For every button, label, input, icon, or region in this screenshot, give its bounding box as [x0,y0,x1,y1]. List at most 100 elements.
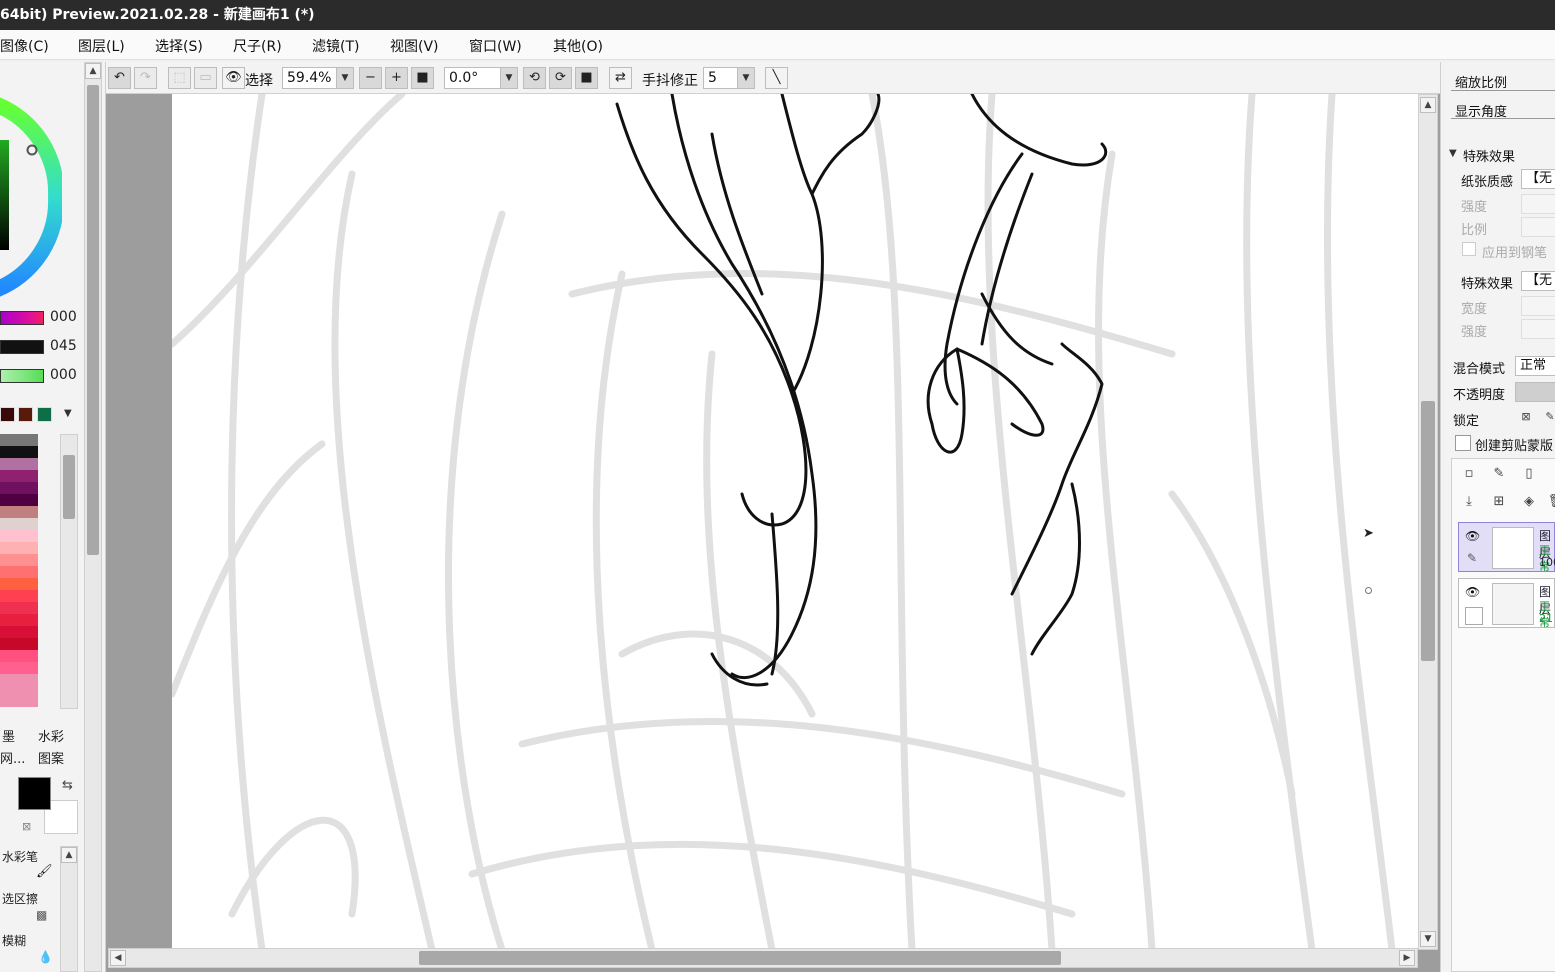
canvas-scroll-right[interactable]: ▶ [1399,950,1415,966]
rotate-reset-button[interactable]: ■ [575,67,598,89]
layer-thumbnail [1492,583,1534,625]
tool-selection-eraser[interactable]: 选区擦 [2,890,38,907]
effect-width-field[interactable] [1521,296,1555,316]
menu-window[interactable]: 窗口(W) [469,36,522,56]
zoom-in-button[interactable]: + [385,67,408,89]
menu-view[interactable]: 视图(V) [390,36,439,56]
layer-lock-box[interactable] [1465,607,1483,625]
zoom-dropdown[interactable]: ▼ [336,67,354,89]
clear-layer-icon[interactable]: ◈ [1520,493,1538,511]
transparent-color-icon[interactable]: ⊠ [22,820,31,833]
chevron-down-icon[interactable]: ▼ [64,408,72,419]
eye-icon[interactable]: 👁 [1465,529,1480,543]
layer-item[interactable]: 👁 ✎ 图层 正常 100 [1458,522,1555,573]
duplicate-layer-icon[interactable]: ⊞ [1490,493,1508,511]
clipping-mask-checkbox[interactable] [1455,435,1471,451]
drawing-canvas[interactable] [172,94,1420,950]
display-angle-slider[interactable] [1451,118,1555,119]
hue-picker-handle[interactable] [26,144,38,156]
foreground-color[interactable] [18,777,51,810]
redo-button[interactable]: ↷ [134,67,157,89]
rotation-field[interactable]: 0.0° [444,67,504,89]
color-wheel[interactable] [0,82,62,302]
menu-other[interactable]: 其他(O) [553,36,603,56]
lock-label: 锁定 [1453,414,1480,429]
flip-icon[interactable]: ⇄ [609,67,632,89]
menu-filter[interactable]: 滤镜(T) [312,36,359,56]
recent-color-swatch[interactable] [37,407,52,422]
opacity-slider[interactable] [1515,382,1555,402]
layer-item[interactable]: 👁 图层 正常 21 [1458,578,1555,629]
new-folder-icon[interactable]: ▯ [1520,465,1538,483]
eye-icon[interactable]: 👁 [222,67,245,89]
blend-mode-select[interactable]: 正常 [1515,356,1555,376]
texture-strength-label: 强度 [1461,200,1488,215]
new-layer-icon[interactable]: ▫ [1460,465,1478,483]
paper-texture-select[interactable]: 【无 [1521,169,1555,189]
color-palette[interactable] [0,434,38,707]
effect-strength-field[interactable] [1521,319,1555,339]
rotation-dropdown[interactable]: ▼ [500,67,518,89]
texture-strength-field[interactable] [1521,194,1555,214]
canvas-horizontal-scrollbar[interactable]: ◀ ▶ [108,948,1418,968]
canvas-scroll-down[interactable]: ▼ [1420,931,1436,947]
slider-red-value: 000 [50,309,77,325]
delete-layer-icon[interactable]: 🗑 [1547,493,1555,511]
slider-red[interactable] [0,311,44,325]
merge-down-icon[interactable]: ⤓ [1460,493,1478,511]
tab-ink[interactable]: 墨 [2,726,15,745]
deselect-button[interactable]: ⬚ [168,67,191,89]
canvas-vscroll-thumb[interactable] [1421,401,1435,661]
canvas-scroll-left[interactable]: ◀ [110,950,126,966]
left-scroll-thumb[interactable] [87,85,99,555]
chevron-down-icon[interactable]: ▼ [1449,148,1457,159]
slider-blue[interactable] [0,369,44,383]
slider-green[interactable] [0,340,44,354]
opacity-label: 不透明度 [1453,388,1506,403]
undo-button[interactable]: ↶ [108,67,131,89]
menu-layer[interactable]: 图层(L) [78,36,125,56]
tab-watercolor[interactable]: 水彩 [38,726,64,745]
blend-mode-label: 混合模式 [1453,362,1506,377]
menu-image[interactable]: 图像(C) [0,36,49,56]
line-tool-icon[interactable]: ╲ [765,67,788,89]
invert-selection-button[interactable]: ▭ [194,67,217,89]
rotate-right-button[interactable]: ⟳ [549,67,572,89]
tool-list-scrollbar[interactable]: ▲ [60,846,78,972]
recent-color-swatch[interactable] [18,407,33,422]
special-effect-select[interactable]: 【无 [1521,271,1555,291]
menu-ruler[interactable]: 尺子(R) [233,36,282,56]
eye-icon[interactable]: 👁 [1465,585,1480,599]
new-linework-layer-icon[interactable]: ✎ [1490,465,1508,483]
rotate-left-button[interactable]: ⟲ [523,67,546,89]
tool-watercolor-brush[interactable]: 水彩笔 [2,848,38,865]
pencil-icon[interactable]: ✎ [1467,551,1477,565]
effects-header[interactable]: 特殊效果 [1463,146,1515,165]
tool-scroll-up[interactable]: ▲ [61,847,77,863]
special-effect-label: 特殊效果 [1461,277,1514,292]
canvas-scroll-up[interactable]: ▲ [1420,97,1436,113]
lock-paint-icon[interactable]: ✎ [1541,408,1555,426]
palette-scrollbar[interactable] [60,434,78,709]
lock-transparency-icon[interactable]: ⊠ [1517,408,1535,426]
zoom-ratio-slider[interactable] [1451,90,1555,91]
menu-select[interactable]: 选择(S) [155,36,203,56]
recent-color-swatch[interactable] [0,407,15,422]
window-title: 64bit) Preview.2021.02.28 - 新建画布1 (*) [0,7,315,23]
stabilizer-dropdown[interactable]: ▼ [737,67,755,89]
left-panel-scrollbar[interactable]: ▲ [84,62,102,972]
palette-scroll-thumb[interactable] [63,455,75,519]
menu-bar: 图像(C) 图层(L) 选择(S) 尺子(R) 滤镜(T) 视图(V) 窗口(W… [0,30,1555,60]
swap-colors-icon[interactable]: ⇆ [62,778,73,793]
zoom-out-button[interactable]: − [359,67,382,89]
canvas-vertical-scrollbar[interactable]: ▲ ▼ [1418,94,1438,950]
canvas-hscroll-thumb[interactable] [419,951,1061,965]
tab-screentone[interactable]: 网... [0,748,25,767]
texture-scale-field[interactable] [1521,217,1555,237]
zoom-field[interactable]: 59.4% [282,67,342,89]
tool-blur[interactable]: 模糊 [2,932,26,949]
tab-pattern[interactable]: 图案 [38,748,64,767]
apply-to-pen-checkbox[interactable] [1462,242,1476,256]
zoom-reset-button[interactable]: ■ [411,67,434,89]
left-scroll-up[interactable]: ▲ [85,63,101,79]
